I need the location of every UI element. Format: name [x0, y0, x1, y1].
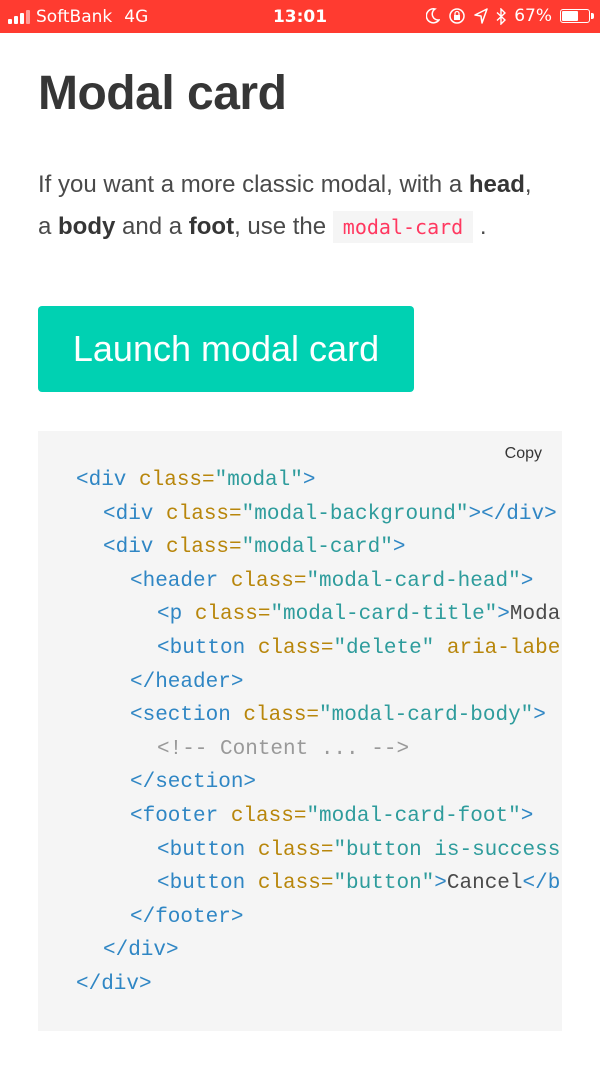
code-line: <button class="button is-success">Save c…	[76, 834, 562, 868]
code-token-attr: class=	[243, 704, 320, 728]
moon-icon	[426, 8, 441, 24]
code-token-tag: <button	[157, 872, 258, 896]
code-token-tag: </div>	[103, 939, 179, 963]
code-token-tag: <header	[130, 569, 231, 593]
code-line: <p class="modal-card-title">Modal title<…	[76, 598, 562, 632]
code-token-str: "modal-card-foot"	[306, 804, 521, 828]
page-title: Modal card	[38, 67, 287, 120]
code-token-tag: </section>	[130, 771, 257, 795]
code-token-attr: class=	[166, 502, 242, 526]
code-token-str: "modal-card-head"	[306, 569, 521, 593]
code-line: <div class="modal-background"></div>	[76, 498, 562, 532]
code-token-tag: <div	[103, 536, 167, 560]
code-token-attr: class=	[257, 838, 334, 862]
code-line: </footer>	[76, 901, 562, 935]
code-token-txt: Modal title	[509, 603, 562, 627]
code-token-str: "button is-success"	[333, 838, 562, 862]
code-token-tag: <button	[157, 838, 258, 862]
battery-percent: 67%	[514, 6, 552, 26]
code-line: </div>	[76, 968, 562, 1002]
code-token-tag: <p	[157, 603, 195, 627]
code-token-str: "modal-background"	[241, 502, 469, 526]
code-token-str: "modal-card-body"	[319, 704, 534, 728]
code-token-tag: </header>	[130, 670, 244, 694]
code-token-tag: <footer	[130, 804, 231, 828]
code-token-attr: class=	[257, 636, 334, 660]
inline-code-modal-card: modal-card	[332, 211, 474, 243]
code-token-tag: >	[520, 804, 534, 828]
code-line: </section>	[76, 766, 562, 800]
intro-body-strong: body	[58, 213, 116, 240]
code-block[interactable]: Copy <div class="modal"> <div class="moda…	[38, 431, 562, 1031]
code-token-tag: </div>	[76, 972, 152, 996]
code-token-attr: class=	[194, 603, 271, 627]
code-token-attr: class=	[139, 469, 215, 492]
code-token-str: "modal-card"	[241, 536, 393, 560]
code-line: </div>	[76, 934, 562, 968]
intro-paragraph: If you want a more classic modal, with a…	[38, 164, 538, 248]
code-token-tag: <button	[157, 636, 258, 660]
intro-foot-strong: foot	[188, 213, 235, 240]
code-token-tag: >	[520, 569, 534, 593]
rotation-lock-icon	[449, 8, 465, 24]
intro-text-5: .	[479, 213, 487, 240]
code-line: <!-- Content ... -->	[76, 733, 562, 767]
code-line: <div class="modal-card">	[76, 531, 562, 565]
code-token-str: "button"	[333, 872, 435, 896]
code-token-tag: >	[434, 872, 447, 896]
code-token-str: "modal"	[214, 469, 303, 492]
code-line: <button class="button">Cancel</button>	[76, 867, 562, 901]
intro-head-strong: head	[468, 171, 525, 198]
code-lines: <div class="modal"> <div class="modal-bac…	[76, 464, 562, 1002]
battery-icon	[560, 9, 594, 23]
code-token-attr: class=	[166, 536, 242, 560]
code-token-str: "modal-card-title"	[270, 603, 498, 627]
intro-text-1: If you want a more classic modal, with a	[38, 171, 469, 198]
code-token-com: <!-- Content ... -->	[157, 737, 410, 761]
battery-level	[562, 11, 578, 21]
code-token-tag: <div	[76, 469, 140, 492]
code-token-txt: Cancel	[446, 872, 523, 896]
copy-button[interactable]: Copy	[505, 445, 542, 463]
code-token-tag: >	[497, 603, 510, 627]
intro-text-4: , use the	[234, 213, 333, 240]
code-line: <section class="modal-card-body">	[76, 699, 562, 733]
intro-text-3: and a	[115, 213, 189, 240]
code-token-tag: </footer>	[130, 905, 244, 929]
status-bar: SoftBank 4G 13:01 67%	[0, 0, 600, 33]
code-token-tag: >	[533, 704, 546, 728]
code-line: <div class="modal">	[76, 464, 562, 498]
code-token-tag: <section	[130, 704, 244, 728]
code-token-tag: >	[302, 469, 316, 492]
code-token-tag: ></div>	[468, 502, 557, 526]
code-token-attr: class=	[230, 804, 307, 828]
code-token-attr: aria-label=	[446, 636, 562, 660]
status-right: 67%	[426, 6, 594, 26]
code-token-tag: </button>	[522, 872, 562, 896]
code-line: <footer class="modal-card-foot">	[76, 800, 562, 834]
code-token-tag: <div	[103, 502, 167, 526]
launch-modal-card-button[interactable]: Launch modal card	[38, 306, 414, 392]
code-token-attr: class=	[230, 569, 307, 593]
code-token-str: "delete"	[333, 636, 447, 660]
code-line: <header class="modal-card-head">	[76, 565, 562, 599]
code-line: <button class="delete" aria-label="close…	[76, 632, 562, 666]
code-line: </header>	[76, 666, 562, 700]
location-arrow-icon	[474, 8, 488, 24]
code-token-tag: >	[392, 536, 406, 560]
bluetooth-icon	[496, 7, 507, 25]
code-token-attr: class=	[257, 872, 334, 896]
